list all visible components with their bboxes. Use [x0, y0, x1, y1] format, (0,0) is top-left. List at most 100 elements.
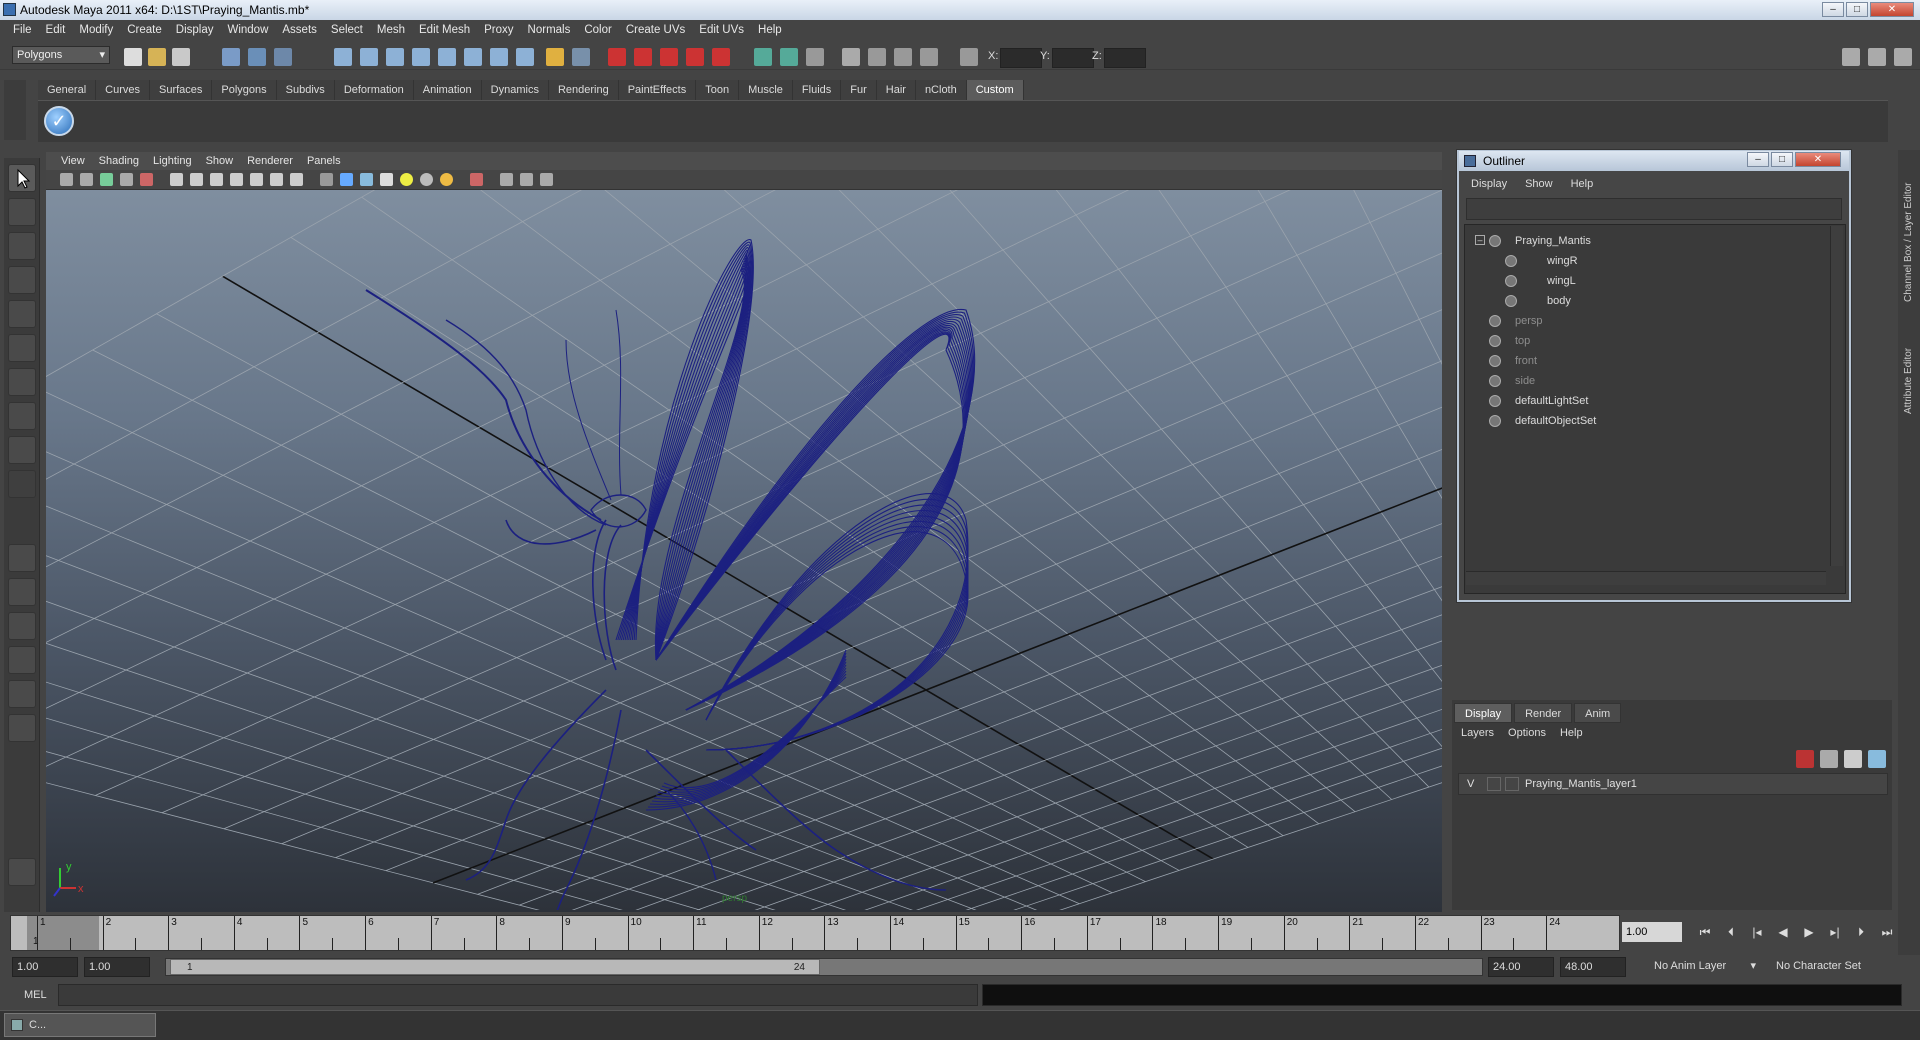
camera-icon[interactable]	[842, 48, 860, 66]
save-scene-icon[interactable]	[172, 48, 190, 66]
graph-editor-layout-icon[interactable]	[8, 646, 36, 674]
play-backwards-icon[interactable]: ◀	[1774, 924, 1792, 940]
numeric-input-icon[interactable]	[960, 48, 978, 66]
safe-action-icon[interactable]	[250, 173, 263, 186]
panel-layout-icon[interactable]	[780, 48, 798, 66]
render-settings-icon[interactable]	[686, 48, 704, 66]
channel-box-tab[interactable]: Channel Box / Layer Editor	[1903, 162, 1914, 302]
outliner-vertical-scrollbar[interactable]	[1830, 226, 1843, 566]
wireframe-on-shaded-icon[interactable]	[360, 173, 373, 186]
menu-file[interactable]: File	[6, 24, 39, 36]
current-frame-field[interactable]: 1.00	[1622, 922, 1682, 942]
shelf-tab-dynamics[interactable]: Dynamics	[481, 80, 549, 100]
go-to-end-icon[interactable]: ⏭	[1878, 924, 1896, 940]
move-down-layer-icon[interactable]	[1868, 750, 1886, 768]
isolate-select-icon[interactable]	[500, 173, 513, 186]
wireframe-shading-icon[interactable]	[320, 173, 333, 186]
outliner-item[interactable]: wingR	[1505, 251, 1578, 271]
snap-point-icon[interactable]	[386, 48, 404, 66]
camera-attributes-icon[interactable]	[80, 173, 93, 186]
outliner-item[interactable]: top	[1489, 331, 1530, 351]
viewport-menu-panels[interactable]: Panels	[300, 155, 348, 167]
scale-tool-icon[interactable]	[8, 334, 36, 362]
history-list-icon[interactable]	[490, 48, 508, 66]
menu-mesh[interactable]: Mesh	[370, 24, 412, 36]
transform-mode-icon[interactable]	[806, 48, 824, 66]
outliner-menu-show[interactable]: Show	[1516, 178, 1562, 190]
menu-create-uvs[interactable]: Create UVs	[619, 24, 692, 36]
shelf-tab-fluids[interactable]: Fluids	[792, 80, 842, 100]
start-time-field[interactable]: 1.00	[12, 957, 78, 977]
xray-joints-icon[interactable]	[520, 173, 533, 186]
menu-proxy[interactable]: Proxy	[477, 24, 520, 36]
menu-color[interactable]: Color	[577, 24, 618, 36]
minimize-button[interactable]: –	[1822, 2, 1844, 17]
shelf-tab-animation[interactable]: Animation	[413, 80, 482, 100]
outliner-menu-help[interactable]: Help	[1562, 178, 1603, 190]
outliner-filter-field[interactable]	[1466, 198, 1842, 220]
resolution-gate-icon[interactable]	[190, 173, 203, 186]
playback-end-field[interactable]: 24.00	[1488, 957, 1554, 977]
shelf-tab-toon[interactable]: Toon	[696, 80, 740, 100]
lasso-tool-icon[interactable]	[8, 198, 36, 226]
menu-select[interactable]: Select	[324, 24, 370, 36]
select-camera-icon[interactable]	[60, 173, 73, 186]
shelf-tab-fur[interactable]: Fur	[841, 80, 877, 100]
outliner-list[interactable]: Praying_Mantis wingR wingL body persp top fron…	[1464, 224, 1846, 594]
shelf-tab-curves[interactable]: Curves	[96, 80, 150, 100]
viewport-menu-renderer[interactable]: Renderer	[240, 155, 300, 167]
snap-curve-icon[interactable]	[360, 48, 378, 66]
command-input[interactable]	[58, 984, 978, 1006]
grid-toggle-icon[interactable]	[140, 173, 153, 186]
new-layer-icon[interactable]	[1796, 750, 1814, 768]
outliner-layout-icon[interactable]	[8, 612, 36, 640]
snap-grid-icon[interactable]	[334, 48, 352, 66]
shelf-tab-deformation[interactable]: Deformation	[334, 80, 414, 100]
menu-display[interactable]: Display	[169, 24, 221, 36]
all-lights-icon[interactable]	[420, 173, 433, 186]
select-component-icon[interactable]	[274, 48, 292, 66]
shelf-tab-painteffects[interactable]: PaintEffects	[618, 80, 697, 100]
outliner-item[interactable]: defaultLightSet	[1489, 391, 1588, 411]
image-plane-icon[interactable]	[120, 173, 133, 186]
layer-color-swatch[interactable]	[1505, 777, 1519, 791]
shelf-tab-ncloth[interactable]: nCloth	[915, 80, 967, 100]
layer-tab-display[interactable]: Display	[1454, 703, 1513, 723]
history-icon[interactable]	[464, 48, 482, 66]
layer-menu-help[interactable]: Help	[1553, 727, 1590, 739]
text-display-icon[interactable]	[290, 173, 303, 186]
open-scene-icon[interactable]	[148, 48, 166, 66]
smooth-shading-icon[interactable]	[340, 173, 353, 186]
outliner-minimize-button[interactable]: –	[1747, 152, 1769, 167]
layer-visibility-toggle[interactable]: V	[1467, 774, 1474, 794]
outliner-titlebar[interactable]: Outliner – □ ✕	[1459, 151, 1849, 171]
menu-edit[interactable]: Edit	[39, 24, 73, 36]
tool-settings-toggle-icon[interactable]	[1868, 48, 1886, 66]
minimized-window-item[interactable]: C...	[4, 1013, 156, 1037]
new-scene-icon[interactable]	[124, 48, 142, 66]
shelf-tab-custom[interactable]: Custom	[966, 80, 1024, 100]
default-lighting-icon[interactable]	[400, 173, 413, 186]
manipulator-tool-icon[interactable]	[8, 368, 36, 396]
wrench-icon[interactable]	[8, 858, 36, 886]
step-back-key-icon[interactable]: |◂	[1748, 924, 1766, 940]
viewport-menu-lighting[interactable]: Lighting	[146, 155, 199, 167]
sidebar-toggle-icon[interactable]	[754, 48, 772, 66]
attribute-editor-toggle-icon[interactable]	[1842, 48, 1860, 66]
menu-help[interactable]: Help	[751, 24, 789, 36]
snap-plane-icon[interactable]	[412, 48, 430, 66]
layer-menu-layers[interactable]: Layers	[1454, 727, 1501, 739]
z-field[interactable]	[1104, 48, 1146, 68]
outliner-close-button[interactable]: ✕	[1795, 152, 1841, 167]
menu-create[interactable]: Create	[120, 24, 169, 36]
channel-box-toggle-icon[interactable]	[1894, 48, 1912, 66]
viewport-menu-shading[interactable]: Shading	[92, 155, 146, 167]
rotate-tool-icon[interactable]	[8, 300, 36, 328]
shelf-tab-polygons[interactable]: Polygons	[212, 80, 277, 100]
time-slider[interactable]: 1 1 2 3 4 5 6 7 8 9 10 11 12 13 14 15 16 17 18 19 20 21 22 23 24	[10, 915, 1620, 951]
menu-edit-mesh[interactable]: Edit Mesh	[412, 24, 477, 36]
field-chart-icon[interactable]	[230, 173, 243, 186]
step-back-frame-icon[interactable]: ⏴	[1722, 924, 1740, 940]
film-gate-icon[interactable]	[170, 173, 183, 186]
checkmark-shelf-icon[interactable]: ✓	[44, 106, 74, 136]
